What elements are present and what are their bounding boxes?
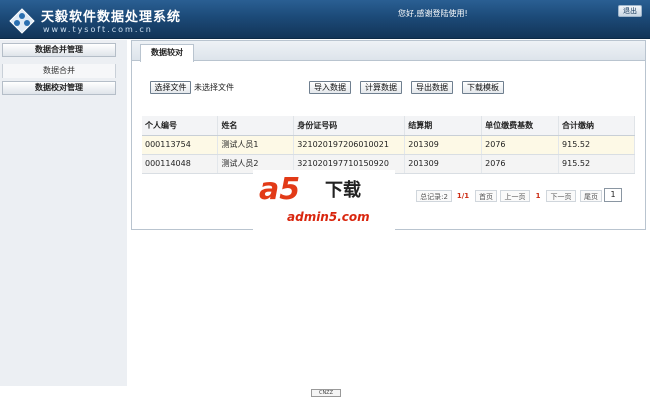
watermark-brand: a5 <box>259 172 301 207</box>
table-cell: 测试人员1 <box>217 135 295 155</box>
pager-pages: 1/1 <box>456 192 470 200</box>
export-data-button[interactable]: 导出数据 <box>411 81 453 94</box>
logout-button[interactable]: 退出 <box>618 5 642 17</box>
column-header[interactable]: 单位缴费基数 <box>481 116 560 136</box>
pager-last-button[interactable]: 尾页 <box>580 190 602 202</box>
pager-total: 总记录:2 <box>416 190 452 202</box>
table-header-row: 个人编号 姓名 身份证号码 结算期 单位缴费基数 合计缴纳 <box>142 116 635 136</box>
table-cell: 000114048 <box>142 154 219 174</box>
column-header[interactable]: 合计缴纳 <box>558 116 635 136</box>
column-header[interactable]: 姓名 <box>217 116 295 136</box>
pager-current-page[interactable]: 1 <box>533 190 543 202</box>
watermark-logo: a5 下载 admin5.com <box>253 170 395 230</box>
table-cell: 201309 <box>404 154 483 174</box>
choose-file-button[interactable]: 选择文件 <box>150 81 191 94</box>
download-template-button[interactable]: 下载模板 <box>462 81 504 94</box>
stats-badge[interactable]: CNZZ <box>311 389 341 397</box>
pager-next-button[interactable]: 下一页 <box>546 190 576 202</box>
logo-icon <box>9 8 35 34</box>
table-cell: 915.52 <box>558 154 635 174</box>
watermark-url: admin5.com <box>287 210 370 224</box>
table-cell: 321020197206010021 <box>293 135 406 155</box>
greeting-text: 您好,感谢登陆使用! <box>398 9 468 18</box>
tab-strip: 数据较对 <box>132 41 645 62</box>
sidebar-group-merge[interactable]: 数据合并管理 <box>2 43 116 57</box>
app-title: 天毅软件数据处理系统 <box>41 10 182 25</box>
app-header: 天毅软件数据处理系统 www.tysoft.com.cn 您好,感谢登陆使用! … <box>0 0 650 39</box>
table-cell: 2076 <box>481 154 560 174</box>
file-status: 未选择文件 <box>194 83 234 92</box>
import-data-button[interactable]: 导入数据 <box>309 81 351 94</box>
table-cell: 000113754 <box>142 135 219 155</box>
column-header[interactable]: 个人编号 <box>142 116 219 136</box>
footer: CNZZ <box>0 386 650 400</box>
column-header[interactable]: 身份证号码 <box>293 116 406 136</box>
table-cell: 915.52 <box>558 135 635 155</box>
pager-prev-button[interactable]: 上一页 <box>500 190 530 202</box>
data-table: 个人编号 姓名 身份证号码 结算期 单位缴费基数 合计缴纳 000113754 … <box>142 116 635 174</box>
app-url: www.tysoft.com.cn <box>43 25 153 34</box>
tab-data-verify[interactable]: 数据较对 <box>140 44 194 62</box>
table-row[interactable]: 000113754 测试人员1 321020197206010021 20130… <box>142 135 635 155</box>
page-jump-input[interactable]: 1 <box>604 188 622 202</box>
pager-first-button[interactable]: 首页 <box>475 190 497 202</box>
table-cell: 201309 <box>404 135 483 155</box>
sidebar-item-data-merge[interactable]: 数据合并 <box>2 64 116 78</box>
sidebar: 数据合并管理 数据合并 数据校对管理 <box>0 40 127 386</box>
calculate-data-button[interactable]: 计算数据 <box>360 81 402 94</box>
column-header[interactable]: 结算期 <box>404 116 483 136</box>
table-cell: 2076 <box>481 135 560 155</box>
watermark-brand-suffix: 下载 <box>325 180 361 201</box>
sidebar-group-verify[interactable]: 数据校对管理 <box>2 81 116 95</box>
